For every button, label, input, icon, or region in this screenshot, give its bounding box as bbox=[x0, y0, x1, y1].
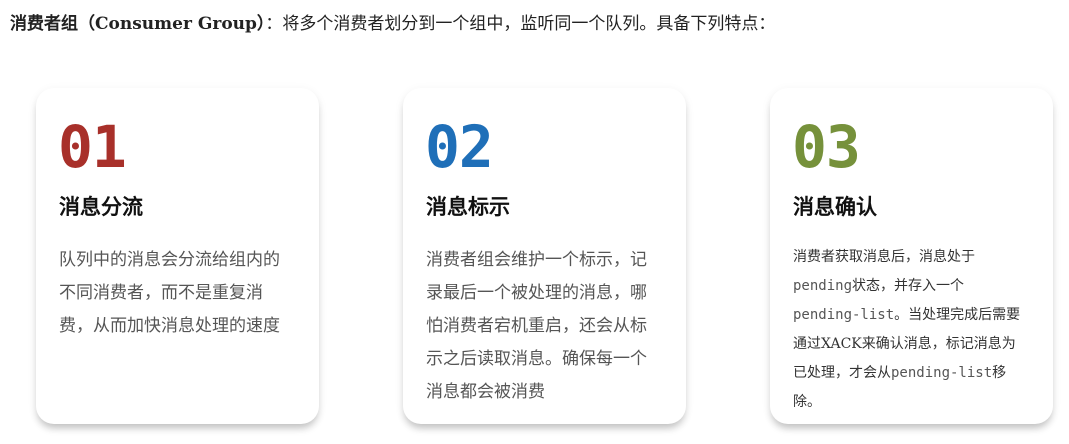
card-number: 02 bbox=[425, 113, 494, 181]
desc-text: 消费者获取消息后，消息处于 bbox=[793, 249, 975, 265]
card-number: 03 bbox=[792, 113, 861, 181]
intro-description: ：将多个消费者划分到一个组中，监听同一个队列。具备下列特点： bbox=[265, 14, 776, 34]
intro-text: 消费者组（Consumer Group）：将多个消费者划分到一个组中，监听同一个… bbox=[10, 10, 1060, 38]
desc-code-pending: pending bbox=[793, 278, 853, 294]
card-title: 消息标示 bbox=[426, 194, 510, 219]
card-number: 01 bbox=[58, 113, 127, 181]
card-description: 队列中的消息会分流给组内的不同消费者，而不是重复消费，从而加快消息处理的速度 bbox=[59, 250, 280, 336]
card-title: 消息分流 bbox=[59, 194, 143, 219]
intro-term: 消费者组（Consumer Group） bbox=[10, 14, 266, 34]
desc-code-pending-list: pending-list bbox=[793, 307, 895, 323]
desc-text: 状态，并存入一个 bbox=[852, 278, 965, 294]
feature-card-message-marker: 02 消息标示 消费者组会维护一个标示，记录最后一个被处理的消息，哪怕消费者宕机… bbox=[403, 88, 686, 424]
feature-card-message-ack: 03 消息确认 消费者获取消息后，消息处于 pending状态，并存入一个 pend… bbox=[770, 88, 1053, 424]
desc-code-pending-list: pending-list bbox=[891, 365, 993, 381]
card-title: 消息确认 bbox=[793, 194, 877, 219]
card-description: 消费者组会维护一个标示，记录最后一个被处理的消息，哪怕消费者宕机重启，还会从标示… bbox=[426, 250, 647, 402]
feature-card-message-distribution: 01 消息分流 队列中的消息会分流给组内的不同消费者，而不是重复消费，从而加快消… bbox=[36, 88, 319, 424]
card-description: 消费者获取消息后，消息处于 pending状态，并存入一个 pending-list… bbox=[793, 243, 1029, 417]
